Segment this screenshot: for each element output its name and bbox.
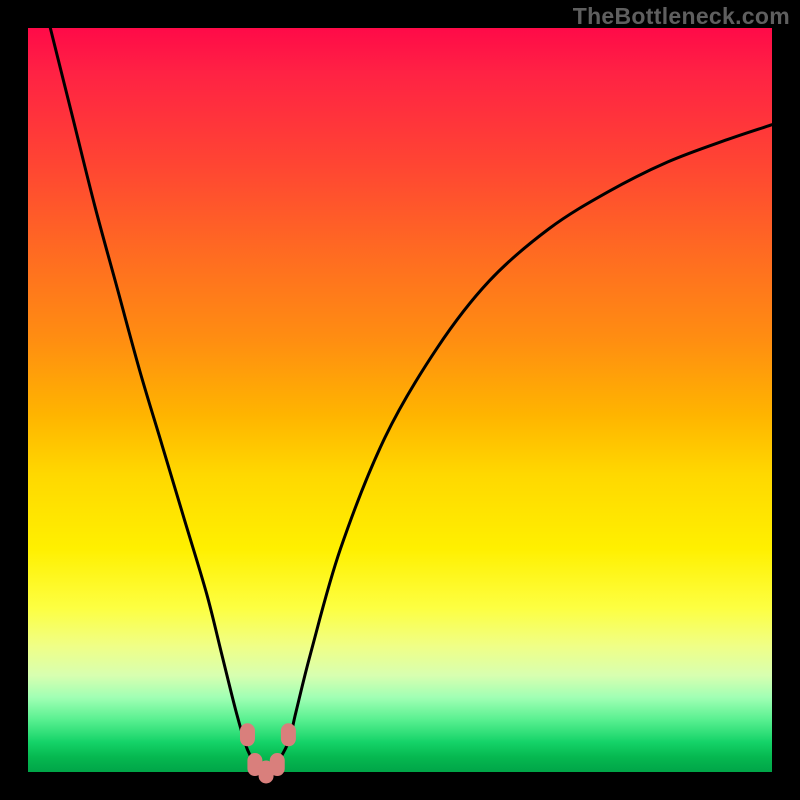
marker-left-upper [240,723,255,746]
bottleneck-curve [50,28,772,772]
marker-right-lower [270,753,285,776]
marker-right-upper [281,723,296,746]
attribution-text: TheBottleneck.com [573,3,790,30]
chart-frame: TheBottleneck.com [0,0,800,800]
plot-svg [28,28,772,772]
plot-area [28,28,772,772]
